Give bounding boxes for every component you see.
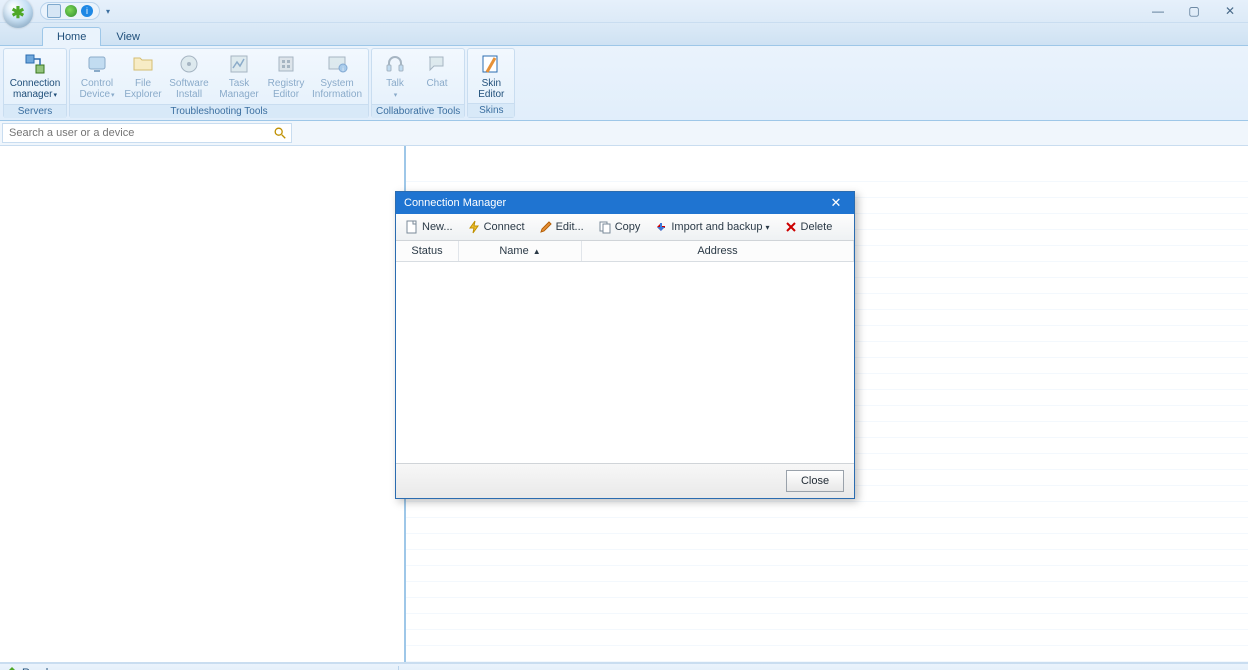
workspace: Connection Manager ✕ New... Connect Edit… <box>0 146 1248 663</box>
status-bar: Ready <box>0 663 1248 670</box>
dialog-footer: Close <box>396 463 854 498</box>
registry-editor-icon <box>272 52 300 76</box>
dialog-titlebar[interactable]: Connection Manager ✕ <box>396 192 854 214</box>
window-close-button[interactable]: ✕ <box>1212 0 1248 22</box>
qat-customize-button[interactable]: ▾ <box>104 7 112 16</box>
pencil-icon <box>539 220 553 234</box>
system-information-button[interactable]: i SystemInformation <box>308 50 366 103</box>
connection-manager-button[interactable]: Connectionmanager▾ <box>6 50 64 103</box>
app-logo-icon: ✱ <box>11 3 24 23</box>
column-address[interactable]: Address <box>582 241 854 261</box>
title-bar: ✱ i ▾ — ▢ ✕ <box>0 0 1248 23</box>
connection-manager-icon <box>21 52 49 76</box>
dialog-toolbar: New... Connect Edit... Copy Import and b… <box>396 214 854 241</box>
import-backup-icon <box>654 220 668 234</box>
svg-text:i: i <box>342 67 343 73</box>
copy-icon <box>598 220 612 234</box>
ribbon-group-troubleshooting-label: Troubleshooting Tools <box>70 104 368 118</box>
control-device-icon <box>83 52 111 76</box>
search-row <box>0 121 1248 146</box>
import-backup-button[interactable]: Import and backup ▾ <box>651 218 772 236</box>
task-manager-button[interactable]: TaskManager <box>214 50 264 103</box>
chat-button[interactable]: Chat <box>416 50 458 103</box>
window-maximize-button[interactable]: ▢ <box>1176 0 1212 22</box>
new-icon <box>405 220 419 234</box>
headset-icon <box>381 52 409 76</box>
left-pane <box>0 146 406 662</box>
status-separator <box>398 666 399 670</box>
folder-icon <box>129 52 157 76</box>
window-minimize-button[interactable]: — <box>1140 0 1176 22</box>
qat-info-icon[interactable]: i <box>81 5 93 17</box>
qat-world-icon[interactable] <box>65 5 77 17</box>
ribbon-group-collaborative-label: Collaborative Tools <box>372 104 464 118</box>
sort-asc-icon: ▲ <box>533 247 541 256</box>
connection-manager-label-l1: Connection <box>10 78 61 89</box>
column-status[interactable]: Status <box>396 241 459 261</box>
skin-editor-button[interactable]: SkinEditor <box>470 50 512 102</box>
dialog-title-text: Connection Manager <box>404 197 506 209</box>
software-install-icon <box>175 52 203 76</box>
chat-icon <box>423 52 451 76</box>
column-name[interactable]: Name ▲ <box>459 241 582 261</box>
chevron-down-icon: ▾ <box>766 223 770 232</box>
control-device-button[interactable]: ControlDevice▾ <box>72 50 122 103</box>
connect-button[interactable]: Connect <box>464 218 528 236</box>
search-icon[interactable] <box>273 126 287 140</box>
skin-editor-icon <box>477 52 505 76</box>
ribbon-group-troubleshooting: ControlDevice▾ FileExplorer SoftwareInst… <box>69 48 369 118</box>
file-explorer-button[interactable]: FileExplorer <box>122 50 164 103</box>
connection-manager-label-l2: manager <box>13 89 52 100</box>
ribbon: Connectionmanager▾ Servers ControlDevice… <box>0 46 1248 121</box>
task-manager-icon <box>225 52 253 76</box>
dialog-column-headers: Status Name ▲ Address <box>396 241 854 262</box>
search-box <box>2 123 292 143</box>
ribbon-group-servers-label: Servers <box>4 104 66 118</box>
dialog-list-body <box>396 262 854 463</box>
talk-button[interactable]: Talk▾ <box>374 50 416 103</box>
quick-access-toolbar: i ▾ <box>40 0 112 22</box>
ribbon-group-skins-label: Skins <box>468 103 514 117</box>
tab-home[interactable]: Home <box>42 27 101 46</box>
search-input[interactable] <box>7 126 273 140</box>
ribbon-group-collaborative: Talk▾ Chat Collaborative Tools <box>371 48 465 118</box>
lightning-icon <box>467 220 481 234</box>
delete-button[interactable]: Delete <box>781 218 836 236</box>
close-button[interactable]: Close <box>786 470 844 492</box>
registry-editor-button[interactable]: RegistryEditor <box>264 50 308 103</box>
edit-button[interactable]: Edit... <box>536 218 587 236</box>
ribbon-tabs: Home View <box>0 23 1248 46</box>
software-install-button[interactable]: SoftwareInstall <box>164 50 214 103</box>
ribbon-group-servers: Connectionmanager▾ Servers <box>3 48 67 118</box>
tab-view[interactable]: View <box>101 27 155 46</box>
copy-button[interactable]: Copy <box>595 218 644 236</box>
new-button[interactable]: New... <box>402 218 456 236</box>
connection-manager-dialog: Connection Manager ✕ New... Connect Edit… <box>395 191 855 499</box>
qat-mail-icon[interactable] <box>47 4 61 18</box>
ribbon-group-skins: SkinEditor Skins <box>467 48 515 118</box>
dialog-close-button[interactable]: ✕ <box>826 195 846 211</box>
system-information-icon: i <box>323 52 351 76</box>
delete-icon <box>784 220 798 234</box>
